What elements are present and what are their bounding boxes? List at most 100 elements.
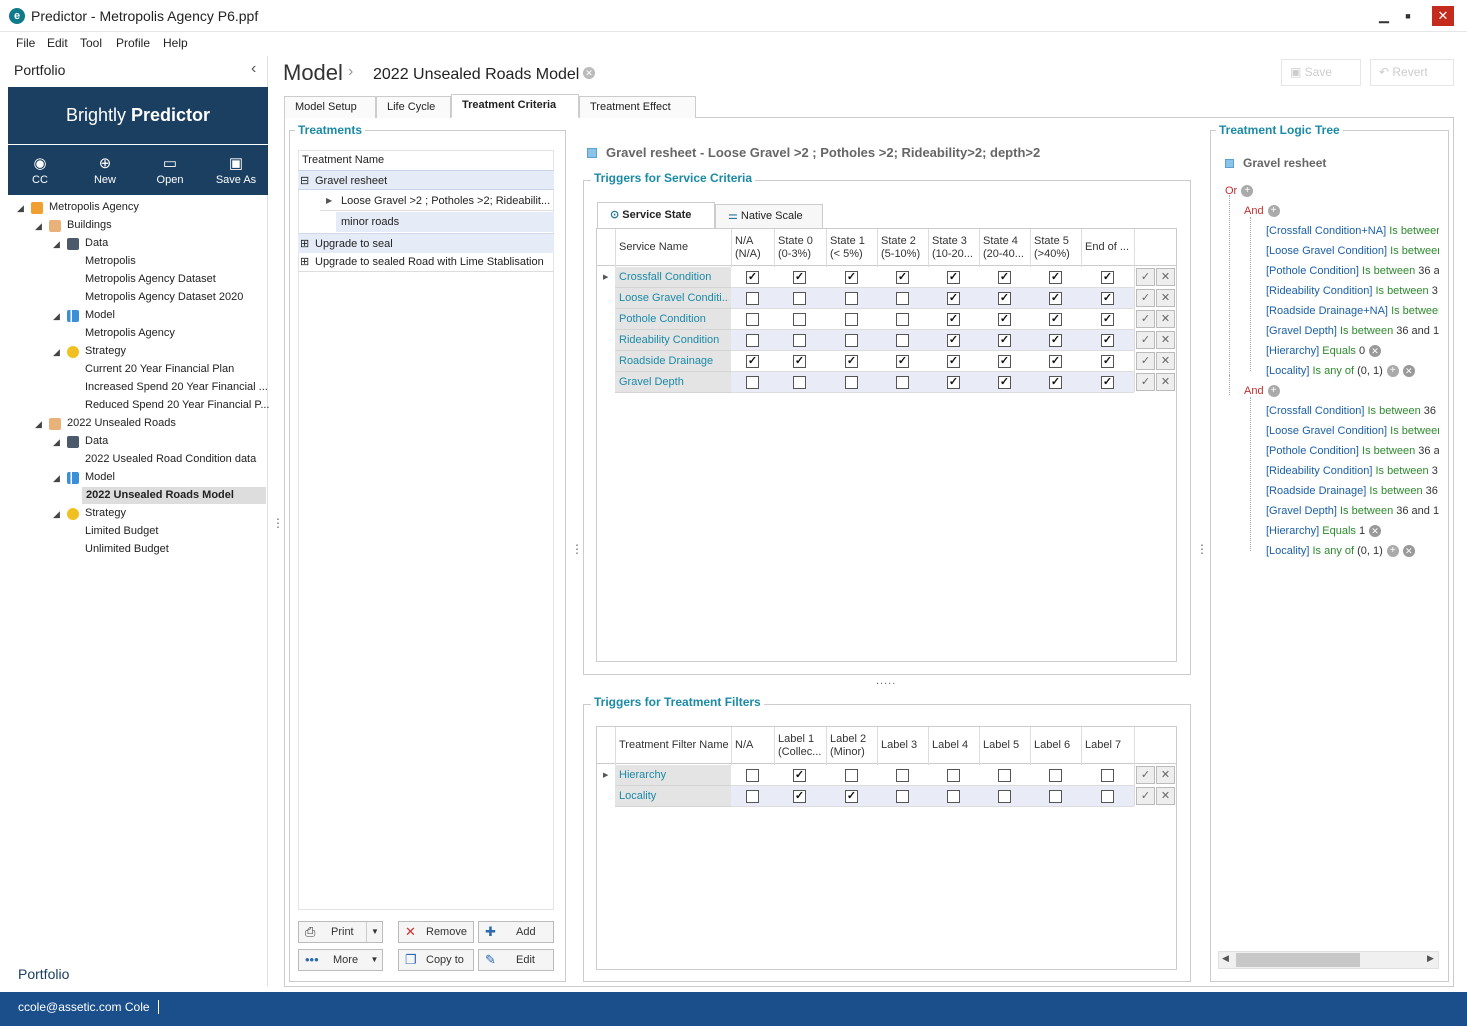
service-grid-row-name[interactable]: Crossfall Condition	[619, 267, 729, 287]
tree-item-model-metropolis[interactable]: Metropolis Agency	[85, 327, 175, 339]
checkbox[interactable]	[1049, 769, 1062, 782]
treatment-row-upgrade-to-seal[interactable]: ⊞ Upgrade to seal	[298, 233, 554, 253]
logic-condition[interactable]: [Loose Gravel Condition] Is between	[1266, 245, 1439, 257]
collapse-icon[interactable]: ◢	[35, 221, 42, 232]
checkbox[interactable]: ✓	[998, 313, 1011, 326]
plus-icon[interactable]: +	[1267, 385, 1280, 398]
service-grid-row-name[interactable]: Pothole Condition	[619, 309, 729, 329]
tree-item-metropolis[interactable]: Metropolis	[85, 255, 136, 267]
scroll-left-icon[interactable]: ◀	[1222, 953, 1229, 964]
checkbox[interactable]	[1049, 790, 1062, 803]
logic-condition[interactable]: [Crossfall Condition+NA] Is between	[1266, 225, 1439, 237]
expand-icon[interactable]: ⊞	[300, 252, 309, 271]
checkbox[interactable]: ✓	[1049, 355, 1062, 368]
filter-grid-column-header[interactable]: Label 7	[1085, 739, 1132, 752]
logic-and-node[interactable]: And +	[1244, 385, 1280, 398]
checkbox[interactable]: ✓	[746, 271, 759, 284]
checkbox[interactable]	[793, 376, 806, 389]
collapse-icon[interactable]: ◢	[53, 311, 60, 322]
splitter-handle[interactable]: ⋮	[571, 542, 583, 556]
expand-icon[interactable]: ⊞	[300, 234, 309, 253]
checkbox[interactable]: ✓	[1101, 271, 1114, 284]
collapse-icon[interactable]: ◢	[53, 509, 60, 520]
service-grid-row-name[interactable]: Loose Gravel Conditi...	[619, 288, 729, 308]
edit-button[interactable]: ✎ Edit	[478, 949, 554, 971]
checkbox[interactable]: ✓	[1101, 313, 1114, 326]
checkbox[interactable]	[896, 376, 909, 389]
collapse-icon[interactable]: ◢	[53, 239, 60, 250]
open-button[interactable]: ▭ Open	[140, 156, 200, 187]
save-as-button[interactable]: ▣ Save As	[206, 156, 266, 187]
plus-icon[interactable]: +	[1386, 545, 1399, 558]
menu-file[interactable]: File	[16, 36, 35, 50]
service-grid-column-header[interactable]: Service Name	[619, 241, 729, 254]
tree-item-buildings[interactable]: Buildings	[67, 219, 112, 231]
checkbox[interactable]: ✓	[1101, 334, 1114, 347]
checkbox[interactable]: ✓	[947, 334, 960, 347]
checkbox[interactable]	[845, 292, 858, 305]
filter-grid-column-header[interactable]: Label 5	[983, 739, 1028, 752]
tree-item-road-condition-data[interactable]: 2022 Usealed Road Condition data	[85, 453, 256, 465]
menu-profile[interactable]: Profile	[116, 36, 150, 50]
checkbox[interactable]: ✓	[1049, 313, 1062, 326]
cancel-row-button[interactable]: ✕	[1156, 766, 1175, 784]
plus-icon[interactable]: +	[1241, 185, 1254, 198]
treatment-row-gravel-resheet[interactable]: ⊟ Gravel resheet	[298, 170, 554, 190]
cancel-row-button[interactable]: ✕	[1156, 352, 1175, 370]
service-grid-column-header[interactable]: State 0 (0-3%)	[778, 235, 824, 261]
filter-grid-column-header[interactable]: Label 3	[881, 739, 926, 752]
tree-item-unsealed-roads-model[interactable]: 2022 Unsealed Roads Model	[86, 489, 234, 501]
menu-help[interactable]: Help	[163, 36, 188, 50]
filter-grid-column-header[interactable]: Label 2 (Minor)	[830, 733, 875, 759]
accept-row-button[interactable]: ✓	[1136, 310, 1155, 328]
remove-icon[interactable]: ✕	[1369, 525, 1382, 538]
checkbox[interactable]: ✓	[998, 292, 1011, 305]
subtab-service-state[interactable]: ⊙ Service State	[597, 202, 715, 228]
accept-row-button[interactable]: ✓	[1136, 268, 1155, 286]
filter-grid-column-header[interactable]: N/A	[735, 739, 772, 752]
new-button[interactable]: ⊕ New	[75, 156, 135, 187]
tab-treatment-effect[interactable]: Treatment Effect	[579, 96, 696, 118]
copy-to-button[interactable]: ❐ Copy to	[398, 949, 474, 971]
filter-grid-column-header[interactable]: Label 1 (Collec...	[778, 733, 824, 759]
logic-condition[interactable]: [Roadside Drainage+NA] Is between	[1266, 305, 1439, 317]
tree-item-metropolis-agency[interactable]: Metropolis Agency	[49, 201, 139, 213]
filter-grid-column-header[interactable]: Label 6	[1034, 739, 1079, 752]
tree-item-dataset[interactable]: Metropolis Agency Dataset	[85, 273, 216, 285]
cancel-row-button[interactable]: ✕	[1156, 268, 1175, 286]
tree-item-dataset-2020[interactable]: Metropolis Agency Dataset 2020	[85, 291, 243, 303]
remove-icon[interactable]: ✕	[1369, 345, 1382, 358]
splitter-handle[interactable]: ⋮	[1196, 542, 1208, 556]
accept-row-button[interactable]: ✓	[1136, 787, 1155, 805]
revert-button[interactable]: ↶ Revert	[1370, 59, 1454, 86]
scroll-right-icon[interactable]: ▶	[1427, 953, 1434, 964]
checkbox[interactable]	[845, 334, 858, 347]
dropdown-arrow-icon[interactable]: ▼	[366, 950, 383, 970]
accept-row-button[interactable]: ✓	[1136, 331, 1155, 349]
checkbox[interactable]: ✓	[1101, 355, 1114, 368]
logic-and-node[interactable]: And +	[1244, 205, 1280, 218]
accept-row-button[interactable]: ✓	[1136, 352, 1155, 370]
checkbox[interactable]: ✓	[746, 355, 759, 368]
scrollbar-thumb[interactable]	[1236, 953, 1360, 967]
tree-item-data[interactable]: Data	[85, 237, 108, 249]
checkbox[interactable]	[896, 334, 909, 347]
tree-item-model[interactable]: Model	[85, 309, 115, 321]
checkbox[interactable]	[845, 313, 858, 326]
checkbox[interactable]: ✓	[998, 376, 1011, 389]
checkbox[interactable]: ✓	[845, 271, 858, 284]
checkbox[interactable]: ✓	[1101, 376, 1114, 389]
tree-item-strategy[interactable]: Strategy	[85, 345, 126, 357]
filter-grid-row-name[interactable]: Locality	[619, 786, 729, 806]
checkbox[interactable]: ✓	[998, 271, 1011, 284]
tree-item-current-plan[interactable]: Current 20 Year Financial Plan	[85, 363, 234, 375]
logic-condition[interactable]: [Locality] Is any of (0, 1) + ✕	[1266, 365, 1439, 378]
service-grid-column-header[interactable]: State 3 (10-20...	[932, 235, 977, 261]
menu-tool[interactable]: Tool	[80, 36, 102, 50]
checkbox[interactable]: ✓	[998, 334, 1011, 347]
cancel-row-button[interactable]: ✕	[1156, 373, 1175, 391]
cancel-row-button[interactable]: ✕	[1156, 331, 1175, 349]
logic-condition[interactable]: [Pothole Condition] Is between 36 a	[1266, 445, 1439, 457]
collapse-icon[interactable]: ◢	[35, 419, 42, 430]
service-grid-row-name[interactable]: Roadside Drainage	[619, 351, 729, 371]
